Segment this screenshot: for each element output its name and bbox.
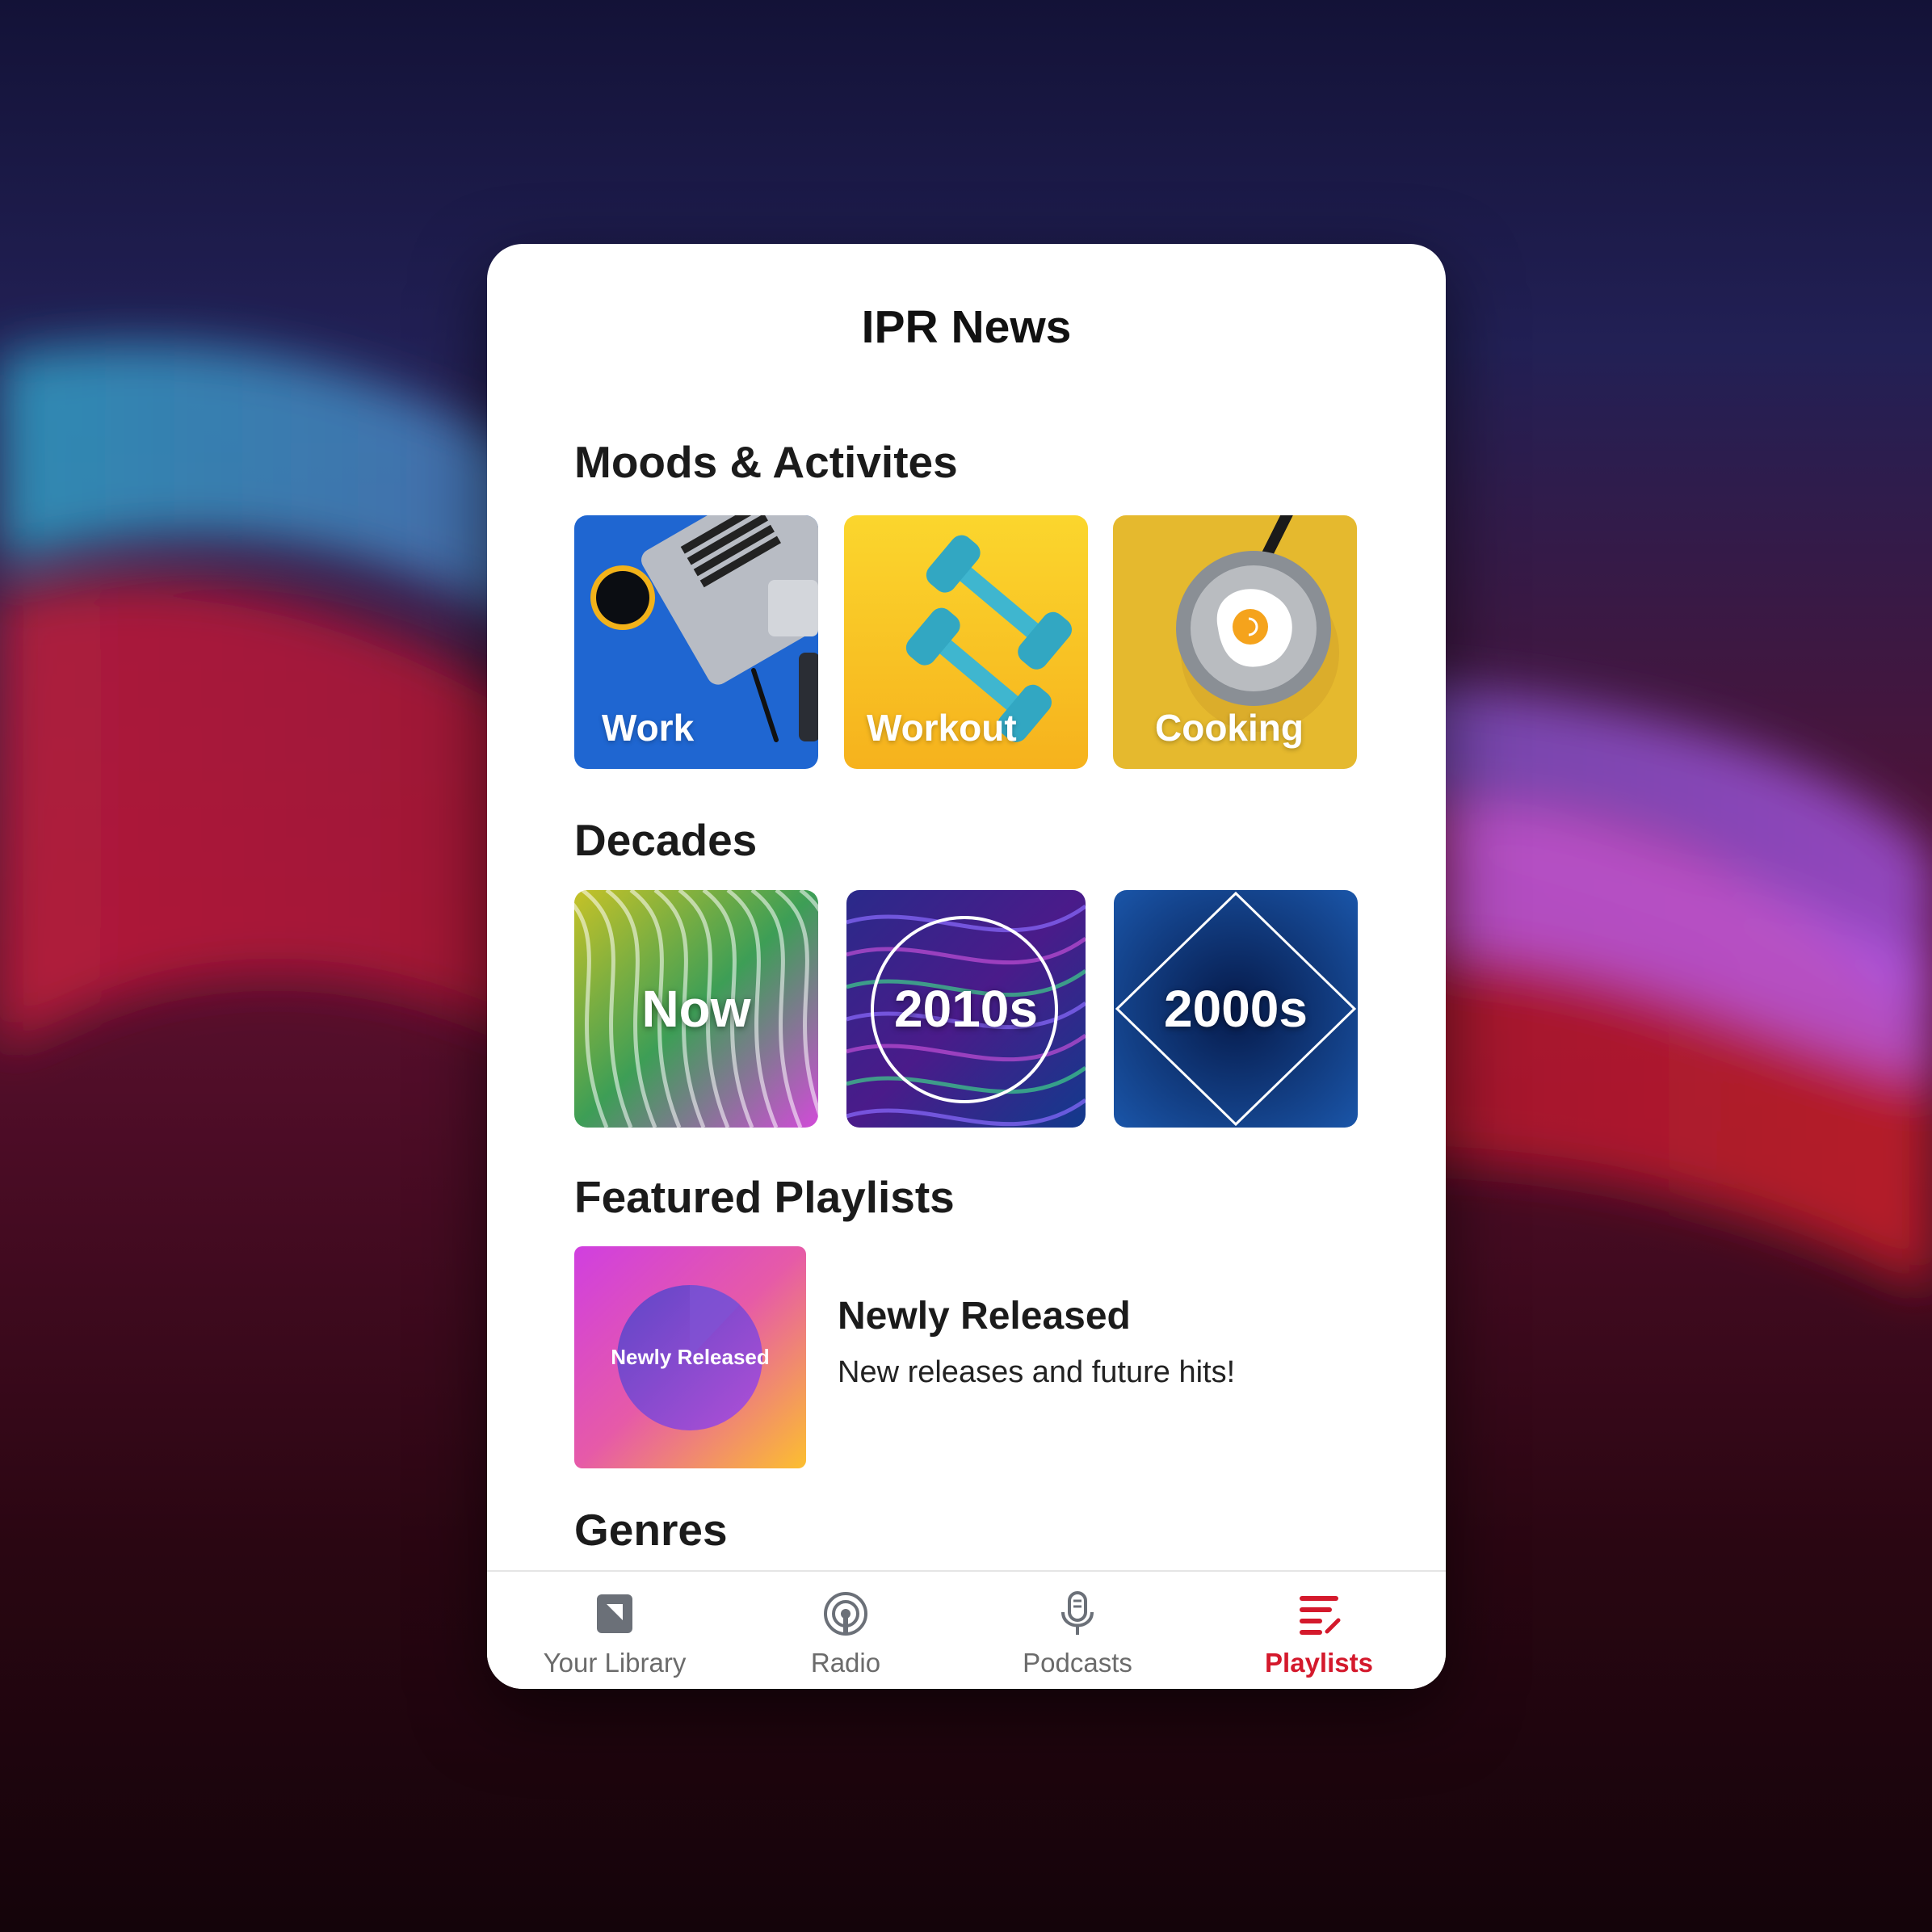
tab-playlists[interactable]: Playlists [1214,1572,1424,1689]
tile-decade-now[interactable]: Now [574,890,818,1128]
tab-radio[interactable]: Radio [741,1572,951,1689]
tile-cooking[interactable]: Cooking [1113,515,1357,769]
tile-label-work: Work [602,707,695,749]
tab-podcasts[interactable]: Podcasts [972,1572,1182,1689]
tab-label-playlists: Playlists [1265,1648,1373,1678]
section-title-moods: Moods & Activites [574,437,958,487]
featured-playlist-artwork[interactable]: Newly Released [574,1246,806,1468]
microphone-icon [1061,1591,1094,1635]
tab-your-library[interactable]: Your Library [510,1572,720,1689]
tile-label-now: Now [641,980,751,1038]
featured-art-label: Newly Released [611,1345,770,1369]
section-title-featured: Featured Playlists [574,1172,955,1222]
tile-decade-2000s[interactable]: 2000s [1114,890,1358,1128]
radio-icon [824,1592,867,1636]
tab-bar: Your Library Radio Podcasts Playlists [487,1570,1446,1689]
tile-label-workout: Workout [867,707,1017,749]
tab-label-podcasts: Podcasts [1023,1648,1132,1678]
tile-decade-2010s[interactable]: 2010s [846,890,1086,1128]
page-title: IPR News [861,301,1072,353]
featured-playlist-description: New releases and future hits! [838,1355,1236,1389]
tab-label-radio: Radio [810,1648,881,1678]
playlist-icon [1300,1596,1341,1635]
app-window: IPR News Moods & Activites Work Workout … [487,244,1446,1689]
tile-label-cooking: Cooking [1155,707,1304,749]
tile-label-2010s: 2010s [894,980,1038,1038]
tile-work[interactable]: Work [574,515,818,769]
tile-workout[interactable]: Workout [844,515,1088,769]
tile-label-2000s: 2000s [1164,980,1308,1038]
section-title-genres: Genres [574,1505,728,1555]
tab-label-your-library: Your Library [543,1648,687,1678]
featured-playlist-name[interactable]: Newly Released [838,1294,1131,1338]
library-icon [597,1594,632,1633]
section-title-decades: Decades [574,815,758,865]
